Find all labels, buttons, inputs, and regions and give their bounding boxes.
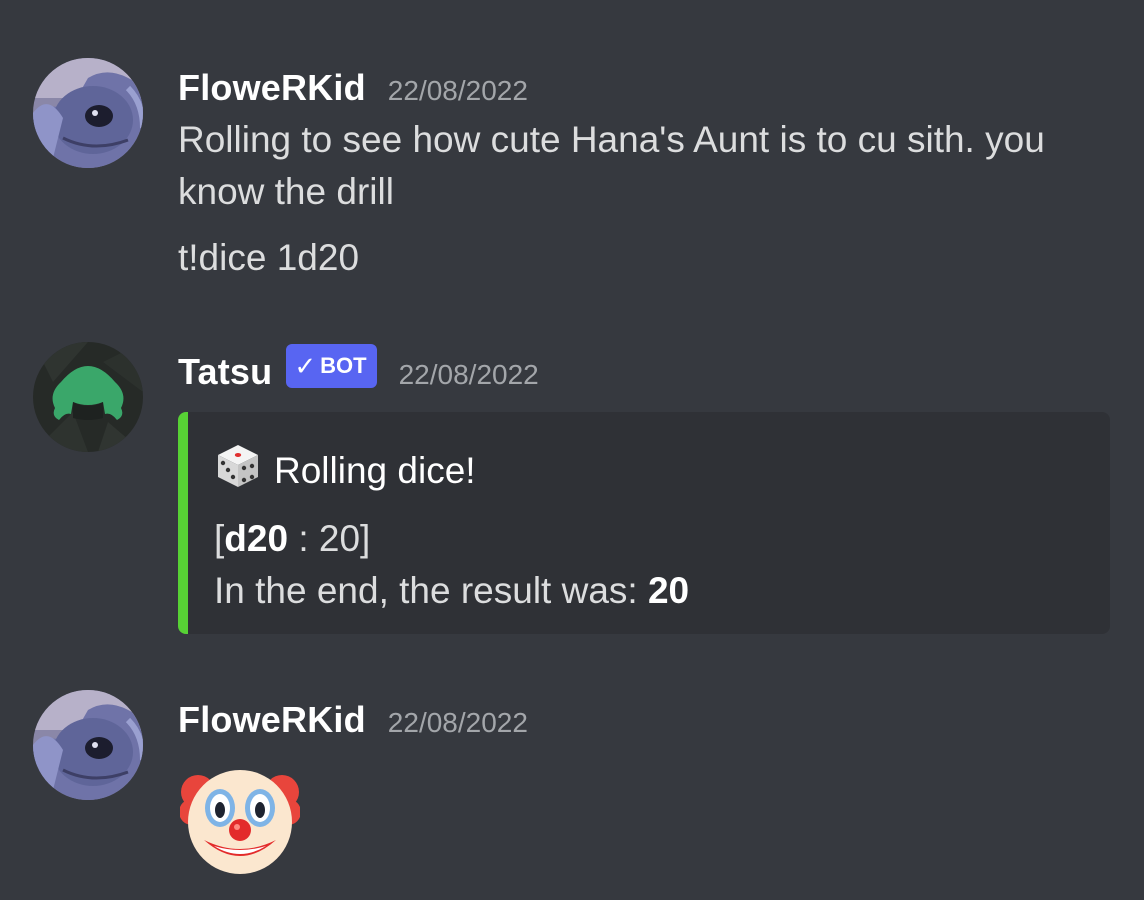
timestamp: 22/08/2022 [387,707,528,738]
previous-message-edge [0,0,1144,10]
message-header: Tatsu ✓ BOT 22/08/2022 [178,342,1110,402]
avatar[interactable] [33,58,143,168]
result-value: 20 [647,570,690,611]
dice-embed: Rolling dice! [d20 : 20] In the end, the… [178,412,1110,634]
bot-tag: ✓ BOT [286,344,377,388]
timestamp: 22/08/2022 [387,75,528,106]
username[interactable]: Tatsu [178,351,272,393]
message-header: FloweRKid 22/08/2022 [178,58,1110,118]
game-die-icon [214,442,262,499]
roll-detail: [d20 : 20] [214,518,370,560]
tatsu-avatar-icon [33,342,143,452]
embed-title: Rolling dice! [214,442,476,499]
roll-die: d20 [224,518,289,559]
roll-result: In the end, the result was: 20 [214,570,689,612]
verified-check-icon: ✓ [294,350,317,381]
stitch-avatar-icon [33,690,143,800]
message-header: FloweRKid 22/08/2022 [178,690,1110,750]
message-line: know the drill [178,171,394,212]
result-label: In the end, the result was: [214,570,648,611]
avatar[interactable] [33,690,143,800]
message-text: Rolling to see how cute Hana's Aunt is t… [178,114,1110,218]
stitch-avatar-icon [33,58,143,168]
clown-face-emoji [179,762,301,883]
timestamp: 22/08/2022 [398,359,539,390]
roll-value: : 20] [288,518,371,559]
avatar[interactable] [33,342,143,452]
roll-bracket: [ [214,518,225,559]
username[interactable]: FloweRKid [178,67,366,109]
username[interactable]: FloweRKid [178,699,366,741]
embed-title-text: Rolling dice! [274,449,476,491]
bot-tag-label: BOT [320,353,367,378]
message-command: t!dice 1d20 [178,237,360,278]
message-line: Rolling to see how cute Hana's Aunt is t… [178,119,1045,160]
